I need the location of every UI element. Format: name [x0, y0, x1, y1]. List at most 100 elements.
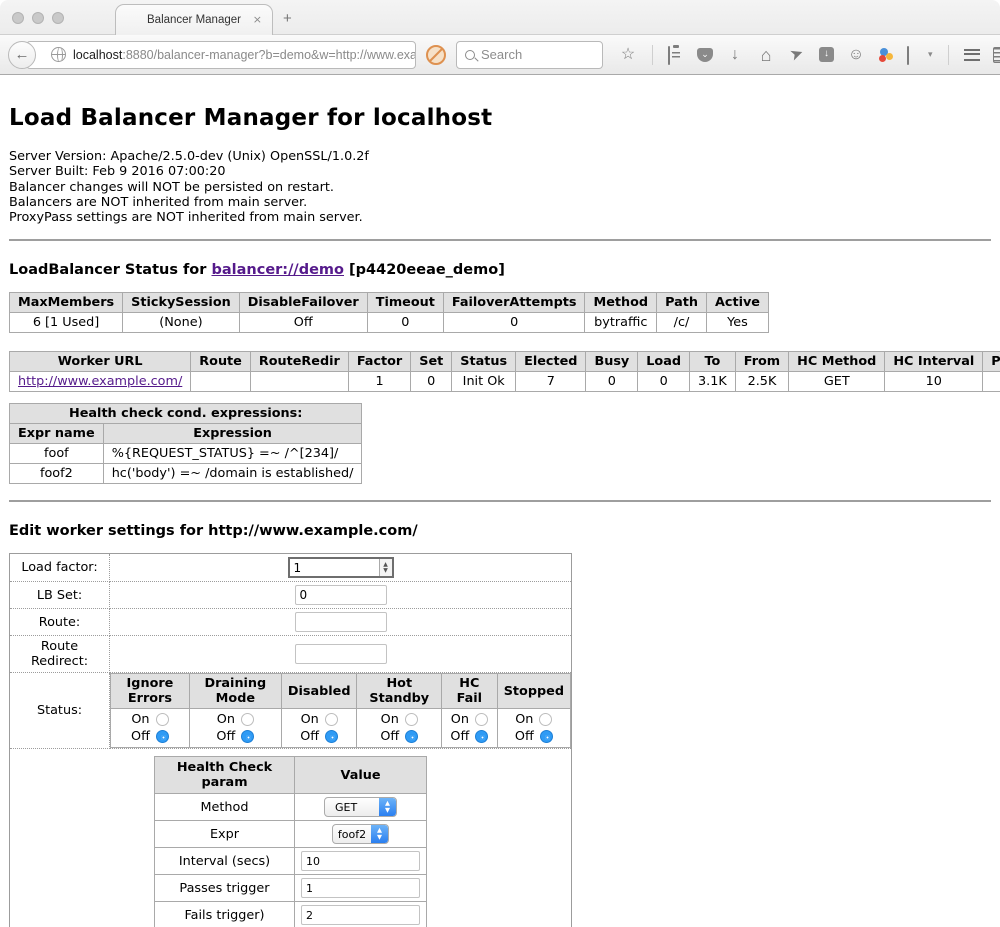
column-header: DisableFailover: [239, 293, 367, 313]
radio-on[interactable]: [405, 713, 418, 726]
load-factor-input[interactable]: [290, 559, 379, 576]
column-header: HC Interval: [885, 352, 983, 372]
cell-expression: %{REQUEST_STATUS} =~ /^[234]/: [103, 444, 362, 464]
radio-off[interactable]: [475, 730, 488, 743]
balancer-demo-link[interactable]: balancer://demo: [211, 262, 344, 278]
load-factor-stepper: ▲▼: [288, 557, 394, 578]
off-label: Off: [300, 728, 319, 745]
tab-title: Balancer Manager: [147, 14, 241, 26]
site-identity-globe-icon[interactable]: [51, 47, 66, 62]
table-row: 6 [1 Used] (None) Off 0 0 bytraffic /c/ …: [10, 313, 769, 333]
server-version-line: Server Version: Apache/2.5.0-dev (Unix) …: [9, 149, 991, 164]
cell-hc-method: GET: [789, 372, 885, 392]
browser-tab[interactable]: Balancer Manager ×: [115, 4, 273, 35]
search-bar[interactable]: Search: [456, 41, 603, 69]
content-blocked-icon[interactable]: [426, 45, 446, 65]
column-header: Worker URL: [10, 352, 191, 372]
radio-on[interactable]: [475, 713, 488, 726]
close-window-button[interactable]: [12, 12, 24, 24]
radio-on[interactable]: [325, 713, 338, 726]
column-header: Stopped: [497, 674, 570, 709]
radio-on[interactable]: [156, 713, 169, 726]
cell-routeredir: [250, 372, 348, 392]
select-arrows-icon: ▲▼: [371, 825, 388, 843]
cell-busy: 0: [586, 372, 638, 392]
column-header: Hot Standby: [357, 674, 442, 709]
container-icon[interactable]: [907, 47, 923, 63]
pocket-icon[interactable]: ⌄: [697, 48, 713, 62]
fails-input[interactable]: [301, 905, 420, 925]
method-select[interactable]: GET ▲▼: [324, 797, 397, 817]
send-plane-icon[interactable]: ➤: [786, 44, 808, 65]
colored-dots-icon[interactable]: [878, 47, 894, 63]
on-label: On: [217, 711, 235, 728]
column-header: Draining Mode: [189, 674, 281, 709]
expr-select[interactable]: foof2 ▲▼: [332, 824, 389, 844]
url-domain: localhost: [73, 48, 122, 62]
dropdown-caret-icon[interactable]: ▾: [928, 49, 933, 60]
cell-route: [191, 372, 251, 392]
hc-row-fails: Fails trigger): [155, 902, 427, 927]
reading-list-icon[interactable]: [668, 47, 684, 63]
radio-off[interactable]: [241, 730, 254, 743]
radio-off[interactable]: [540, 730, 553, 743]
route-redirect-label: Route Redirect:: [10, 636, 110, 673]
route-redirect-input[interactable]: [295, 644, 387, 664]
worker-status-table: Worker URL Route RouteRedir Factor Set S…: [9, 351, 1000, 392]
column-header: Active: [706, 293, 768, 313]
new-tab-button[interactable]: +: [283, 10, 292, 27]
off-label: Off: [380, 728, 399, 745]
tab-close-icon[interactable]: ×: [253, 13, 262, 26]
downloads-icon[interactable]: ↓: [726, 47, 744, 63]
form-row-hc-params: Health Check param Value Method GET ▲▼: [10, 749, 572, 927]
worker-url-link[interactable]: http://www.example.com/: [18, 374, 182, 389]
column-header: Factor: [348, 352, 410, 372]
expressions-title: Health check cond. expressions:: [10, 404, 362, 424]
radio-on[interactable]: [539, 713, 552, 726]
route-input[interactable]: [295, 612, 387, 632]
expression-row: foof2 hc('body') =~ /domain is establish…: [10, 464, 362, 484]
on-label: On: [515, 711, 533, 728]
column-header: Disabled: [281, 674, 357, 709]
toolbar-buttons: ☆ ⌄ ↓ ⌂ ➤ ↓ ☺ ▾: [619, 45, 1000, 65]
home-icon[interactable]: ⌂: [757, 46, 775, 64]
column-header: Method: [585, 293, 657, 313]
back-button[interactable]: ←: [8, 41, 36, 69]
cell-worker-url: http://www.example.com/: [10, 372, 191, 392]
lb-set-input[interactable]: [295, 585, 387, 605]
url-bar[interactable]: localhost:8880/balancer-manager?b=demo&w…: [26, 41, 416, 69]
status-cell-hot-standby: On Off: [357, 709, 442, 748]
minimize-window-button[interactable]: [32, 12, 44, 24]
extension-download-icon[interactable]: ↓: [819, 47, 834, 62]
column-header: HC Method: [789, 352, 885, 372]
table-title-row: Health check cond. expressions:: [10, 404, 362, 424]
cell-disablefailover: Off: [239, 313, 367, 333]
status-cell-hc-fail: On Off: [442, 709, 498, 748]
column-header: Load: [638, 352, 690, 372]
interval-input[interactable]: [301, 851, 420, 871]
radio-off[interactable]: [156, 730, 169, 743]
bookmark-star-icon[interactable]: ☆: [619, 47, 637, 63]
radio-on[interactable]: [241, 713, 254, 726]
number-spinner-icon[interactable]: ▲▼: [379, 559, 392, 576]
tab-bar: Balancer Manager × +: [0, 0, 1000, 35]
column-header: Ignore Errors: [111, 674, 190, 709]
chat-smiley-icon[interactable]: ☺: [847, 47, 865, 63]
column-header: To: [690, 352, 736, 372]
cell-timeout: 0: [367, 313, 443, 333]
radio-off[interactable]: [405, 730, 418, 743]
off-label: Off: [450, 728, 469, 745]
form-row-route-redirect: Route Redirect:: [10, 636, 572, 673]
expression-row: foof %{REQUEST_STATUS} =~ /^[234]/: [10, 444, 362, 464]
passes-input[interactable]: [301, 878, 420, 898]
persist-note-line: Balancer changes will NOT be persisted o…: [9, 180, 991, 195]
health-check-params-table: Health Check param Value Method GET ▲▼: [154, 756, 427, 927]
form-row-route: Route:: [10, 609, 572, 636]
column-header: Value: [295, 757, 427, 794]
menu-hamburger-icon[interactable]: [964, 49, 980, 61]
cell-load: 0: [638, 372, 690, 392]
radio-off[interactable]: [325, 730, 338, 743]
url-text[interactable]: localhost:8880/balancer-manager?b=demo&w…: [73, 48, 416, 62]
zoom-window-button[interactable]: [52, 12, 64, 24]
grid-panel-icon[interactable]: [993, 47, 1000, 63]
